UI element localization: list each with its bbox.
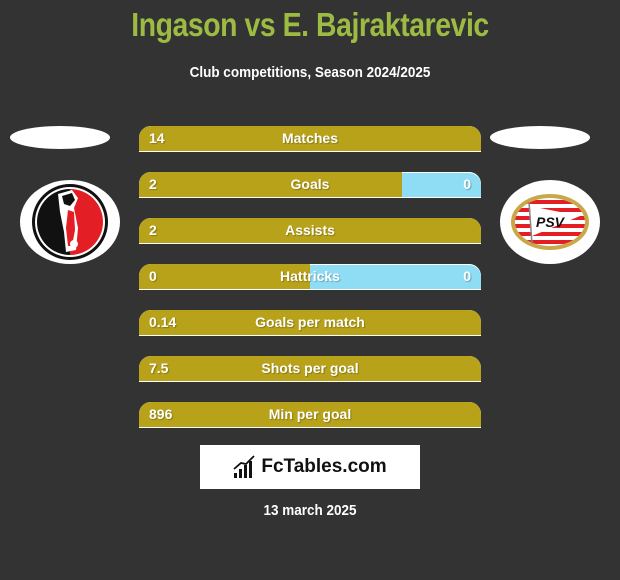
stat-row-matches: 14 Matches xyxy=(139,126,481,151)
psv-logo-text: PSV xyxy=(536,214,566,230)
left-player-placeholder xyxy=(10,126,110,149)
stat-row-goals-per-match: 0.14 Goals per match xyxy=(139,310,481,335)
bar-chart-icon xyxy=(233,455,255,478)
stat-label: Min per goal xyxy=(268,406,352,422)
stat-label: Shots per goal xyxy=(261,360,359,376)
stats-comparison: 14 Matches 2 Goals 0 2 Assists 0 Hattric… xyxy=(139,126,481,448)
stat-row-assists: 2 Assists xyxy=(139,218,481,243)
stat-row-min-per-goal: 896 Min per goal xyxy=(139,402,481,427)
right-player-placeholder xyxy=(490,126,590,149)
stat-row-shots-per-goal: 7.5 Shots per goal xyxy=(139,356,481,381)
page-title: Ingason vs E. Bajraktarevic xyxy=(131,6,489,43)
psv-crest-icon: PSV xyxy=(511,194,589,250)
right-value: 0 xyxy=(463,268,471,284)
stat-label: Assists xyxy=(285,222,335,238)
stat-row-goals: 2 Goals 0 xyxy=(139,172,481,197)
helmond-sport-crest-icon xyxy=(32,184,108,260)
stat-label: Hattricks xyxy=(280,268,340,284)
right-value: 0 xyxy=(463,176,471,192)
right-team-logo: PSV xyxy=(500,180,600,264)
fctables-brand-link[interactable]: FcTables.com xyxy=(200,445,420,489)
report-date: 13 march 2025 xyxy=(263,502,357,519)
brand-name: FcTables.com xyxy=(261,456,387,477)
left-team-logo xyxy=(20,180,120,264)
competition-subtitle: Club competitions, Season 2024/2025 xyxy=(189,64,431,81)
stat-label: Goals xyxy=(290,176,330,192)
stat-row-hattricks: 0 Hattricks 0 xyxy=(139,264,481,289)
stat-label: Goals per match xyxy=(255,314,365,330)
stat-label: Matches xyxy=(281,130,339,146)
